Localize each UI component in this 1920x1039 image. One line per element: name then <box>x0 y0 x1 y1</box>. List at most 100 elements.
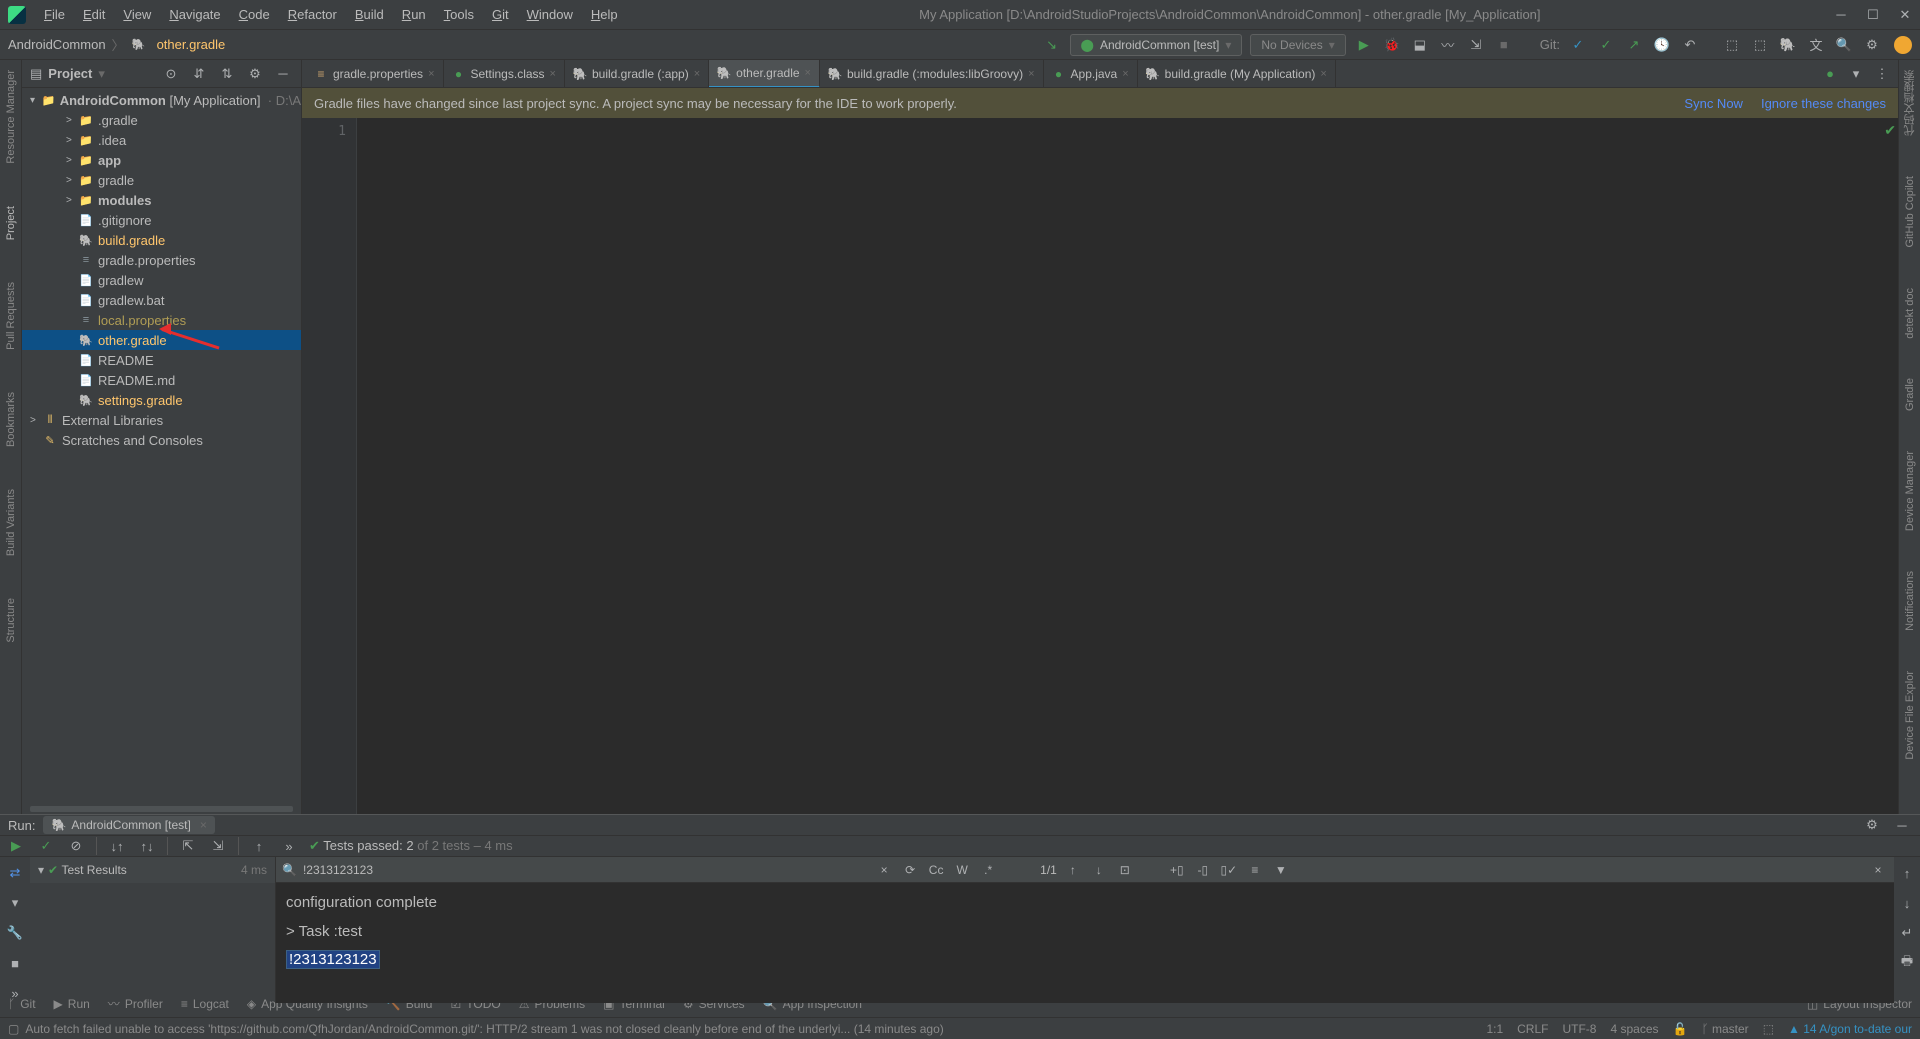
cwm-button[interactable]: ⬚ <box>1722 35 1742 55</box>
minimize-button[interactable]: ─ <box>1834 8 1848 22</box>
tree--gradle[interactable]: >📁.gradle <box>22 110 301 130</box>
menu-help[interactable]: Help <box>583 3 626 26</box>
menu-build[interactable]: Build <box>347 3 392 26</box>
tab-more-icon[interactable]: ⋮ <box>1872 64 1892 84</box>
close-button[interactable]: ✕ <box>1898 8 1912 22</box>
run-button[interactable]: ▶ <box>1354 35 1374 55</box>
tree-external-libs[interactable]: >⫴External Libraries <box>22 410 301 430</box>
device-selector[interactable]: No Devices ▾ <box>1250 34 1345 56</box>
sort-up-icon[interactable]: ↑↓ <box>137 836 157 856</box>
project-panel-title[interactable]: Project <box>48 66 92 81</box>
tree-gradlew[interactable]: 📄gradlew <box>22 270 301 290</box>
tab-close-icon[interactable]: × <box>1122 68 1128 80</box>
tree-scratches[interactable]: ✎Scratches and Consoles <box>22 430 301 450</box>
breadcrumb-file[interactable]: other.gradle <box>157 37 226 52</box>
tree--gitignore[interactable]: 📄.gitignore <box>22 210 301 230</box>
words-icon[interactable]: W <box>952 860 972 880</box>
tab-close-icon[interactable]: × <box>694 68 700 80</box>
menu-window[interactable]: Window <box>519 3 581 26</box>
commit-button[interactable]: ✓ <box>1596 35 1616 55</box>
tab-build-gradle---modules-libgroovy-[interactable]: 🐘build.gradle (:modules:libGroovy)× <box>820 60 1044 88</box>
tab-close-icon[interactable]: × <box>805 67 811 79</box>
left-tool-bookmarks[interactable]: Bookmarks <box>5 386 17 453</box>
update-button[interactable]: ✓ <box>1568 35 1588 55</box>
coverage-button[interactable]: ⬓ <box>1410 35 1430 55</box>
prev-icon[interactable]: ↑ <box>249 836 269 856</box>
bottom-tab-profiler[interactable]: 〰Profiler <box>108 995 163 1012</box>
left-tool-project[interactable]: Project <box>5 200 17 246</box>
search-button[interactable]: 🔍 <box>1834 35 1854 55</box>
print-icon[interactable]: 🖶 <box>1897 953 1917 973</box>
code-editor[interactable] <box>357 118 1898 814</box>
tab-close-icon[interactable]: × <box>550 68 556 80</box>
search-select-icon[interactable]: ⊡ <box>1115 860 1135 880</box>
clear-search-icon[interactable]: × <box>874 860 894 880</box>
tree-root[interactable]: ▾📁AndroidCommon [My Application] · D:\A <box>22 90 301 110</box>
left-tool-pull-requests[interactable]: Pull Requests <box>5 276 17 356</box>
regex-icon[interactable]: ⟳ <box>900 860 920 880</box>
status-icon[interactable]: ▢ <box>8 1022 19 1036</box>
sync-now-link[interactable]: Sync Now <box>1684 96 1743 111</box>
mem-indicator[interactable]: ⬚ <box>1763 1022 1774 1036</box>
scroll-top-icon[interactable]: ↑ <box>1897 863 1917 883</box>
right-tool-detekt-doc[interactable]: detekt doc <box>1904 282 1916 345</box>
right-tool-代码文档搜索[interactable]: 代码文档搜索 <box>1902 64 1918 142</box>
collapse-all-icon[interactable]: ⇅ <box>217 64 237 84</box>
tab-new-icon[interactable]: ● <box>1820 64 1840 84</box>
scroll-bottom-icon[interactable]: ↓ <box>1897 893 1917 913</box>
hide-panel-icon[interactable]: ─ <box>273 64 293 84</box>
close-search-icon[interactable]: × <box>1868 860 1888 880</box>
test-output[interactable]: configuration complete > Task :test !231… <box>276 883 1894 1003</box>
ignore-changes-link[interactable]: Ignore these changes <box>1761 96 1886 111</box>
menu-navigate[interactable]: Navigate <box>161 3 228 26</box>
right-tool-device-file-explor[interactable]: Device File Explor <box>1904 665 1916 766</box>
maximize-button[interactable]: ☐ <box>1866 8 1880 22</box>
bottom-tab-logcat[interactable]: ≡Logcat <box>181 997 229 1011</box>
tab-close-icon[interactable]: × <box>428 68 434 80</box>
toggle-auto-button[interactable]: ✓ <box>36 836 56 856</box>
push-button[interactable]: ↗ <box>1624 35 1644 55</box>
run-settings-icon[interactable]: ⚙ <box>1862 815 1882 835</box>
test-results-header[interactable]: ▾ ✔ Test Results 4 ms <box>30 857 275 883</box>
tab-close-icon[interactable]: × <box>1320 68 1326 80</box>
git-branch[interactable]: ᚴ master <box>1701 1022 1748 1036</box>
case-icon[interactable]: Cc <box>926 860 946 880</box>
menu-code[interactable]: Code <box>231 3 278 26</box>
tab-settings-class[interactable]: ●Settings.class× <box>444 60 565 88</box>
rerun-button[interactable]: ▶ <box>6 836 26 856</box>
right-tool-github-copilot[interactable]: GitHub Copilot <box>1904 170 1916 254</box>
tab-other-gradle[interactable]: 🐘other.gradle× <box>709 60 820 88</box>
right-tool-device-manager[interactable]: Device Manager <box>1904 445 1916 537</box>
search-next-icon[interactable]: ↓ <box>1089 860 1109 880</box>
ex-filter-icon[interactable]: ≡ <box>1245 860 1265 880</box>
tree-modules[interactable]: >📁modules <box>22 190 301 210</box>
next-icon[interactable]: » <box>279 836 299 856</box>
rollback-button[interactable]: ↶ <box>1680 35 1700 55</box>
left-tool-build-variants[interactable]: Build Variants <box>5 483 17 562</box>
run-wrench-icon[interactable]: 🔧 <box>5 923 25 943</box>
tree-local-properties[interactable]: ≡local.properties <box>22 310 301 330</box>
menu-view[interactable]: View <box>115 3 159 26</box>
avd-button[interactable]: 文 <box>1806 35 1826 55</box>
readonly-icon[interactable]: 🔓 <box>1673 1022 1688 1036</box>
tree-README[interactable]: 📄README <box>22 350 301 370</box>
rem-filter-icon[interactable]: -▯ <box>1193 860 1213 880</box>
tree-app[interactable]: >📁app <box>22 150 301 170</box>
debug-button[interactable]: 🐞 <box>1382 35 1402 55</box>
tab-close-icon[interactable]: × <box>1028 68 1034 80</box>
tree-README-md[interactable]: 📄README.md <box>22 370 301 390</box>
tree-settings-gradle[interactable]: 🐘settings.gradle <box>22 390 301 410</box>
run-hide-icon[interactable]: ─ <box>1892 815 1912 835</box>
tree-gradle-properties[interactable]: ≡gradle.properties <box>22 250 301 270</box>
menu-git[interactable]: Git <box>484 3 517 26</box>
expand-icon[interactable]: ⇱ <box>178 836 198 856</box>
soft-wrap-icon[interactable]: ↵ <box>1897 923 1917 943</box>
attach-button[interactable]: ⇲ <box>1466 35 1486 55</box>
make-button[interactable]: ↘ <box>1042 35 1062 55</box>
funnel-icon[interactable]: ▼ <box>1271 860 1291 880</box>
profile-button[interactable]: 〰 <box>1438 35 1458 55</box>
run-config-tab[interactable]: 🐘 AndroidCommon [test] × <box>43 816 214 834</box>
run-stop2-icon[interactable]: ■ <box>5 953 25 973</box>
regex2-icon[interactable]: .* <box>978 860 998 880</box>
bottom-tab-git[interactable]: ᚴGit <box>8 997 36 1011</box>
